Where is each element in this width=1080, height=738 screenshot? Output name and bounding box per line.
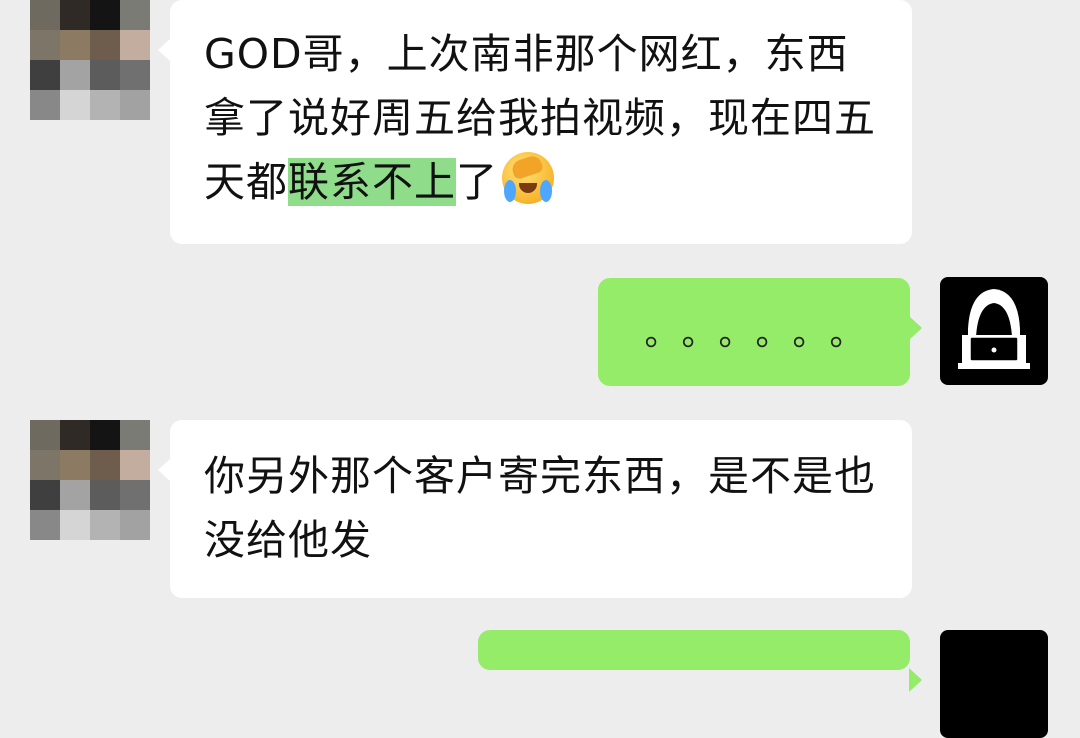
message-text: 你另外那个客户寄完东西，是不是也没给他发 xyxy=(204,452,876,564)
message-text: 。。。。。。 xyxy=(644,314,884,354)
message-text: GOD哥，上次南非那个网红，东西拿了说好周五给我拍视频，现在四五天都联系不上了 xyxy=(204,22,884,214)
contact-avatar[interactable] xyxy=(30,420,150,540)
face-with-hand-crying-emoji-icon xyxy=(502,152,554,204)
incoming-message-bubble[interactable]: GOD哥，上次南非那个网红，东西拿了说好周五给我拍视频，现在四五天都联系不上了 xyxy=(158,0,912,244)
incoming-message-bubble[interactable]: 你另外那个客户寄完东西，是不是也没给他发 xyxy=(158,420,912,598)
highlighted-text: 联系不上 xyxy=(288,158,456,206)
hooded-hacker-icon xyxy=(958,289,1030,369)
self-avatar[interactable] xyxy=(940,277,1048,385)
contact-avatar[interactable] xyxy=(30,0,150,120)
outgoing-message-bubble[interactable]: 。。。。。。 xyxy=(598,278,922,386)
message-text-end: 了 xyxy=(456,158,498,206)
outgoing-message-bubble-partial[interactable] xyxy=(478,630,922,692)
self-avatar-partial[interactable] xyxy=(940,630,1048,738)
